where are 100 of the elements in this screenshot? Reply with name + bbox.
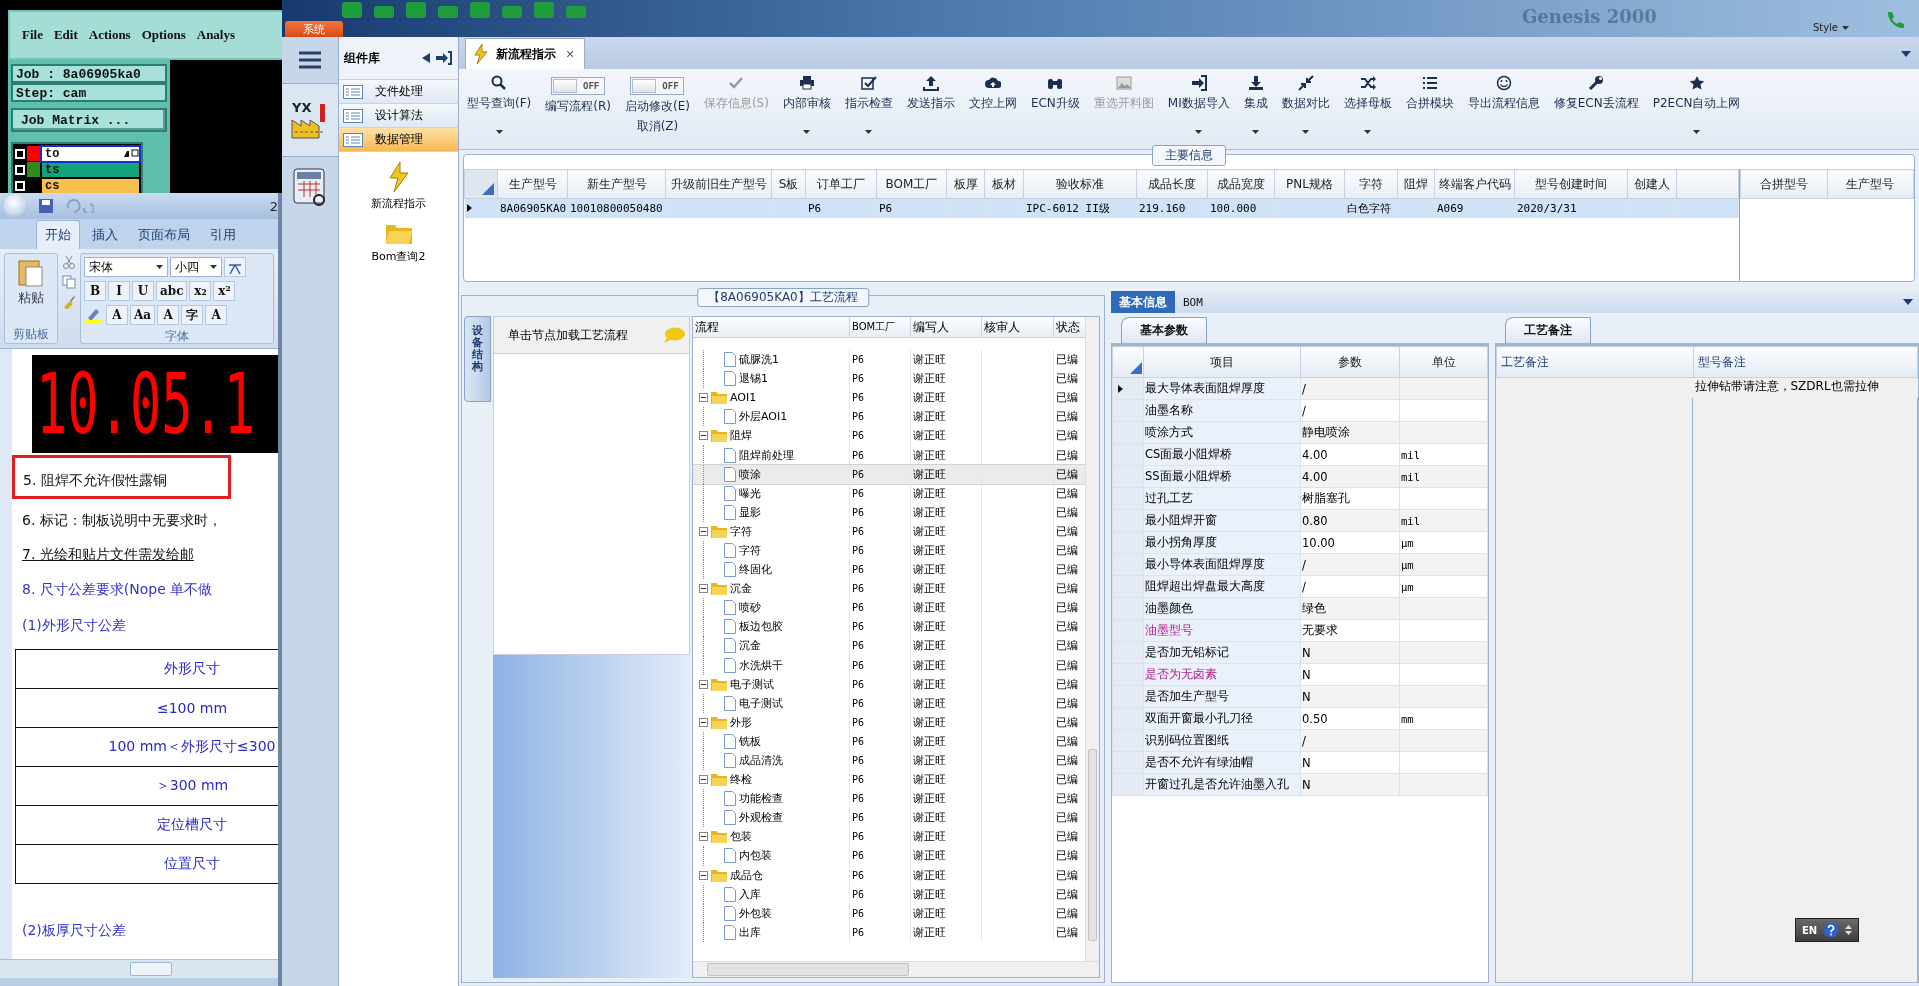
caret-icon[interactable]	[1845, 925, 1853, 935]
column-header[interactable]: 项目	[1143, 346, 1301, 378]
phonetic-icon[interactable]	[224, 257, 246, 277]
menu-item[interactable]: Analys	[196, 27, 236, 43]
tree-node-label[interactable]: 硫脲洗1	[739, 352, 779, 368]
format-button[interactable]: abc	[156, 281, 188, 301]
library-item[interactable]: 新流程指示	[339, 162, 458, 211]
minus-icon[interactable]	[699, 775, 708, 785]
dropdown-icon[interactable]	[1901, 51, 1911, 57]
column-header[interactable]: 生产型号	[497, 169, 568, 199]
row-header[interactable]	[1112, 377, 1144, 400]
tree-node-label[interactable]: 退锡1	[739, 371, 768, 387]
font-name-field[interactable]: 宋体	[84, 257, 168, 277]
scissors-icon[interactable]	[62, 255, 76, 269]
minus-icon[interactable]	[699, 832, 708, 842]
tree-node-label[interactable]: 外层AOI1	[739, 409, 788, 425]
format-button[interactable]: x²	[213, 281, 236, 301]
ribbon-tab[interactable]: 开始	[36, 220, 80, 249]
ribbon-button[interactable]: 文控上网	[964, 73, 1021, 139]
layer-checkbox[interactable]	[15, 164, 25, 175]
collapse-icon[interactable]	[422, 53, 430, 63]
column-header[interactable]: 核审人	[982, 317, 1054, 337]
tree-node-label[interactable]: 出库	[739, 924, 761, 940]
tree-node-label[interactable]: AOI1	[730, 391, 757, 405]
tree-node-label[interactable]: 板边包胶	[739, 619, 783, 635]
menu-item[interactable]: Options	[141, 27, 186, 43]
column-header[interactable]: S板	[771, 169, 806, 199]
category-item[interactable]: 设计算法	[339, 104, 458, 128]
column-header[interactable]: 新生产型号	[567, 169, 666, 199]
ribbon-button[interactable]: 导出流程信息	[1463, 73, 1544, 139]
ribbon-button[interactable]: 修复ECN丢流程	[1549, 73, 1643, 139]
tree-node-label[interactable]: 喷涂	[739, 466, 761, 482]
copy-icon[interactable]	[62, 275, 76, 289]
tree-node-label[interactable]: 阻焊	[730, 428, 752, 444]
language-indicator[interactable]: EN	[1802, 924, 1818, 936]
node-list[interactable]	[493, 354, 690, 655]
save-icon[interactable]	[38, 198, 54, 214]
ribbon-button[interactable]: 指示检查	[840, 73, 897, 139]
sub-tab[interactable]: 基本参数	[1121, 317, 1207, 343]
minus-icon[interactable]	[699, 584, 708, 594]
minus-icon[interactable]	[699, 679, 708, 689]
tree-node-label[interactable]: 电子测试	[739, 695, 783, 711]
layer-name[interactable]: to	[42, 146, 139, 161]
ribbon-button[interactable]: ECN升级	[1026, 73, 1084, 139]
ribbon-button[interactable]: 内部审核	[778, 73, 835, 139]
column-header[interactable]: 型号创建时间	[1514, 169, 1628, 199]
ribbon-button[interactable]: MI数据导入	[1163, 73, 1234, 139]
toggle-switch[interactable]: OFF	[551, 77, 606, 95]
column-header[interactable]: 终端客户代码	[1434, 169, 1515, 199]
ribbon-button[interactable]: P2ECN自动上网	[1648, 73, 1745, 139]
tree-node-label[interactable]: 成品仓	[730, 867, 763, 883]
column-header[interactable]: BOM工厂	[876, 169, 947, 199]
tree-node-label[interactable]: 喷砂	[739, 600, 761, 616]
tree-node-label[interactable]: 字符	[730, 523, 752, 539]
ribbon-button[interactable]: 选择母板	[1339, 73, 1396, 139]
tree-node-label[interactable]: 字符	[739, 543, 761, 558]
ribbon-button[interactable]: 集成	[1239, 73, 1272, 139]
layer-checkbox[interactable]	[15, 148, 25, 159]
column-header[interactable]: 字符	[1344, 169, 1398, 199]
layer-checkbox[interactable]	[15, 180, 25, 191]
column-header[interactable]: 型号备注	[1693, 346, 1918, 378]
column-header[interactable]: 阻焊	[1397, 169, 1435, 199]
layer-name[interactable]: cs	[42, 178, 139, 193]
brush-icon[interactable]	[62, 295, 76, 309]
tree-node-label[interactable]: 水洗烘干	[739, 657, 783, 673]
dropdown-icon[interactable]	[1903, 299, 1913, 305]
column-header[interactable]: 创建人	[1627, 169, 1677, 199]
ribbon-tab[interactable]: 页面布局	[130, 221, 198, 249]
column-header[interactable]: 生产型号	[1827, 169, 1914, 199]
format-button[interactable]: 字	[181, 305, 204, 325]
scrollbar-thumb[interactable]	[707, 963, 909, 976]
format-button[interactable]: B	[84, 281, 106, 301]
minus-icon[interactable]	[699, 431, 708, 441]
scrollbar-thumb[interactable]	[130, 962, 172, 976]
minus-icon[interactable]	[699, 526, 708, 536]
job-matrix-button[interactable]: Job Matrix ...	[11, 108, 167, 132]
format-button[interactable]: A	[106, 305, 128, 325]
tree-node-label[interactable]: 终检	[730, 772, 752, 788]
tree-node-label[interactable]: 铣板	[739, 733, 761, 749]
column-header[interactable]: 板材	[984, 169, 1024, 199]
column-header[interactable]: 参数	[1300, 346, 1400, 378]
column-header[interactable]: 升级前旧生产型号	[665, 169, 772, 199]
ribbon-button[interactable]: 发送指示	[902, 73, 959, 139]
tree-row[interactable]: 喷涂 P6 谢正旺 已编	[693, 464, 1085, 484]
menu-icon[interactable]	[299, 51, 321, 69]
column-header[interactable]: 板厚	[946, 169, 985, 199]
ribbon-tab[interactable]: 引用	[202, 221, 244, 249]
tree-node-label[interactable]: 外包装	[739, 905, 772, 921]
ribbon-button[interactable]: 合拼模块	[1401, 73, 1458, 139]
ribbon-tab[interactable]: 插入	[84, 221, 126, 249]
toggle-switch[interactable]: OFF	[630, 77, 685, 95]
tree-node-label[interactable]: 包装	[730, 829, 752, 845]
tree-node-label[interactable]: 功能检查	[739, 791, 783, 807]
column-header[interactable]: 验收标准	[1023, 169, 1137, 199]
column-header[interactable]: 成品长度	[1136, 169, 1208, 199]
sub-tab[interactable]: 工艺备注	[1505, 317, 1591, 343]
format-button[interactable]: Aa	[130, 305, 156, 325]
minus-icon[interactable]	[699, 717, 708, 727]
font-size-field[interactable]: 小四	[170, 257, 222, 277]
minus-icon[interactable]	[699, 870, 708, 880]
